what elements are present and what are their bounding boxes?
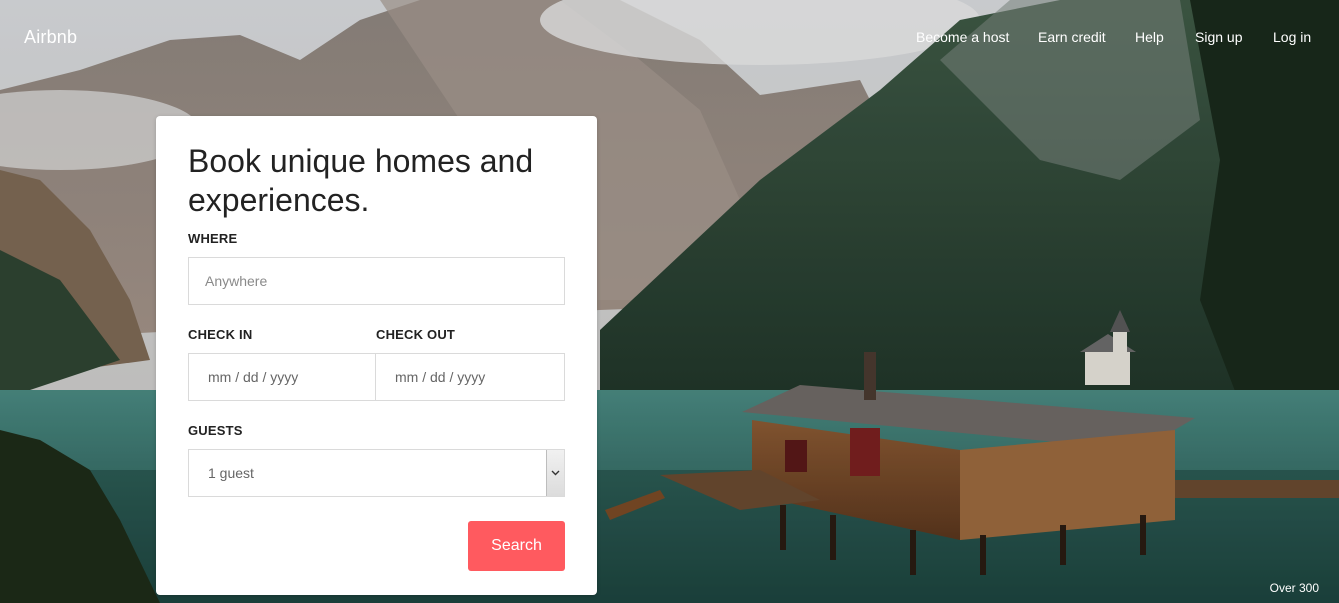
check-out-input[interactable]: mm / dd / yyyy [375, 353, 565, 401]
guests-selected-value: 1 guest [208, 465, 254, 481]
nav-help[interactable]: Help [1135, 29, 1164, 45]
search-button[interactable]: Search [468, 521, 565, 571]
brand-logo[interactable]: Airbnb [24, 27, 77, 48]
where-field [188, 257, 565, 305]
check-in-label: CHECK IN [188, 327, 253, 342]
nav-earn-credit[interactable]: Earn credit [1038, 29, 1106, 45]
corner-caption: Over 300 [1269, 581, 1319, 595]
booking-card: Book unique homes and experiences. WHERE… [156, 116, 597, 595]
nav-log-in[interactable]: Log in [1273, 29, 1311, 45]
booking-headline: Book unique homes and experiences. [188, 143, 534, 218]
guests-select[interactable]: 1 guest [188, 449, 565, 497]
where-label: WHERE [188, 231, 238, 246]
check-in-input[interactable]: mm / dd / yyyy [188, 353, 376, 401]
top-navigation: Airbnb Become a host Earn credit Help Si… [0, 0, 1339, 76]
guests-label: GUESTS [188, 423, 243, 438]
date-range: mm / dd / yyyy mm / dd / yyyy [188, 353, 565, 401]
check-out-label: CHECK OUT [376, 327, 456, 342]
where-input[interactable] [189, 258, 564, 304]
nav-sign-up[interactable]: Sign up [1195, 29, 1242, 45]
nav-become-host[interactable]: Become a host [916, 29, 1009, 45]
chevron-down-icon[interactable] [546, 450, 564, 496]
